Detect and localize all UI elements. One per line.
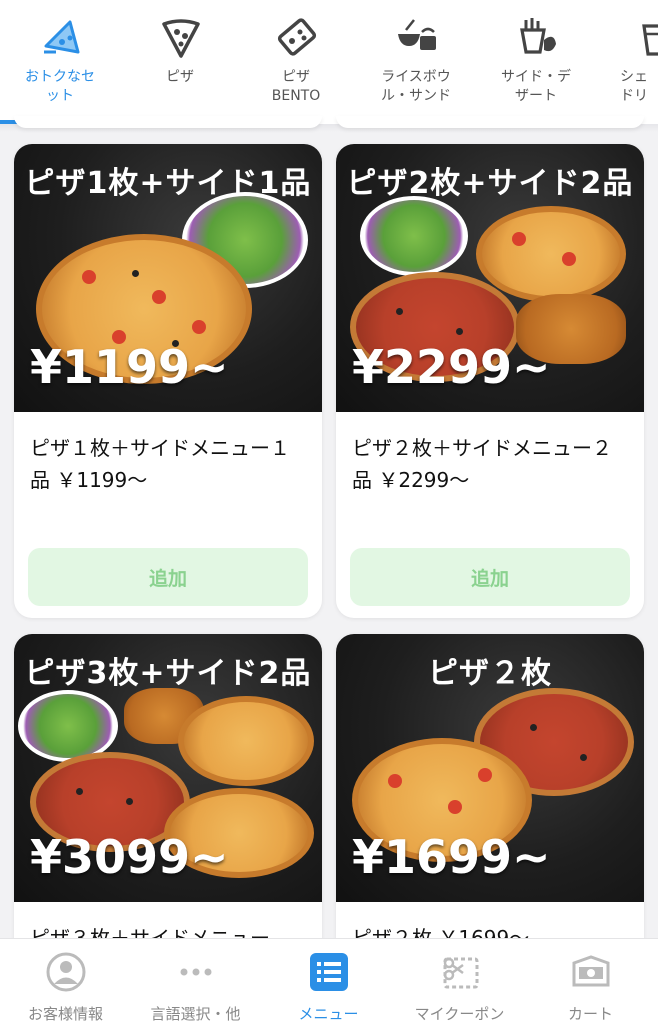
rice-bowl-icon: [398, 19, 436, 50]
category-tab-drink[interactable]: シェ ドリ: [596, 0, 658, 124]
category-label: おトクなセ ット: [25, 69, 95, 104]
category-tab-rice[interactable]: ライスボウ ル・サンド: [356, 0, 476, 124]
product-image: ピザ2枚+サイド2品 ¥2299~: [336, 144, 644, 412]
product-banner: ピザ1枚+サイド1品: [24, 166, 312, 201]
previous-card-bottom: [336, 116, 644, 128]
tab-label: カート: [567, 1005, 613, 1023]
product-price-badge: ¥1199~: [30, 340, 229, 394]
tab-label: お客様情報: [27, 1005, 103, 1023]
product-banner: ピザ2枚+サイド2品: [346, 166, 634, 201]
drink-icon: [642, 24, 658, 56]
product-title: ピザ２枚＋サイドメニュー２品 ￥2299～: [352, 436, 612, 492]
category-nav: おトクなセ ット ピザ ピザ BENTO ライスボウ ル・サンド サイド・デ ザ…: [0, 0, 658, 124]
category-tab-bento[interactable]: ピザ BENTO: [236, 0, 356, 124]
category-label: シェ ドリ: [620, 69, 648, 104]
add-button[interactable]: 追加: [28, 548, 308, 606]
tab-label: メニュー: [298, 1005, 359, 1023]
tab-coupon[interactable]: マイクーポン: [394, 939, 525, 1024]
category-tab-deals[interactable]: おトクなセ ット: [0, 0, 120, 124]
menu-list-icon: [310, 953, 348, 991]
product-image: ピザ1枚+サイド1品 ¥1199~: [14, 144, 322, 412]
product-price-badge: ¥3099~: [30, 830, 229, 884]
category-label: ピザ: [166, 69, 194, 85]
product-price-badge: ¥2299~: [352, 340, 551, 394]
product-banner: ピザ２枚: [428, 656, 552, 691]
product-card[interactable]: ピザ２枚 ¥1699~ ピザ２枚 ￥1699～: [336, 634, 644, 964]
category-label: ライスボウ ル・サンド: [381, 69, 451, 104]
tab-menu[interactable]: メニュー: [263, 939, 394, 1024]
category-label: サイド・デ ザート: [501, 69, 571, 104]
cart-icon: [572, 955, 610, 987]
product-image: ピザ２枚 ¥1699~: [336, 634, 644, 902]
fries-icon: [520, 18, 556, 54]
bottom-tab-bar: お客様情報 言語選択・他 メニュー マイクーポン カート: [0, 938, 658, 1024]
tab-language[interactable]: 言語選択・他: [130, 939, 261, 1024]
product-price-badge: ¥1699~: [352, 830, 551, 884]
pizza-slice-icon: [162, 19, 200, 58]
product-title: ピザ１枚＋サイドメニュー１品 ￥1199～: [30, 436, 290, 492]
product-banner: ピザ3枚+サイド2品: [24, 656, 312, 691]
category-tab-side[interactable]: サイド・デ ザート: [476, 0, 596, 124]
previous-card-bottom: [14, 116, 322, 128]
product-card[interactable]: ピザ1枚+サイド1品 ¥1199~ ピザ１枚＋サイドメニュー１品 ￥1199～ …: [14, 144, 322, 618]
coupon-icon: [443, 957, 479, 989]
product-card[interactable]: ピザ3枚+サイド2品 ¥3099~ ピザ３枚＋サイドメニュー: [14, 634, 322, 964]
tab-account[interactable]: お客様情報: [0, 939, 131, 1024]
pizza-deal-icon: [44, 20, 80, 54]
more-icon: [180, 968, 212, 976]
tab-cart[interactable]: カート: [525, 939, 656, 1024]
tab-label: マイクーポン: [414, 1005, 505, 1023]
product-card[interactable]: ピザ2枚+サイド2品 ¥2299~ ピザ２枚＋サイドメニュー２品 ￥2299～ …: [336, 144, 644, 618]
category-label: ピザ BENTO: [271, 69, 321, 104]
add-button[interactable]: 追加: [350, 548, 630, 606]
tab-label: 言語選択・他: [150, 1005, 241, 1023]
domino-icon: [277, 18, 317, 56]
product-image: ピザ3枚+サイド2品 ¥3099~: [14, 634, 322, 902]
category-tab-pizza[interactable]: ピザ: [120, 0, 240, 124]
user-icon: [46, 952, 86, 992]
